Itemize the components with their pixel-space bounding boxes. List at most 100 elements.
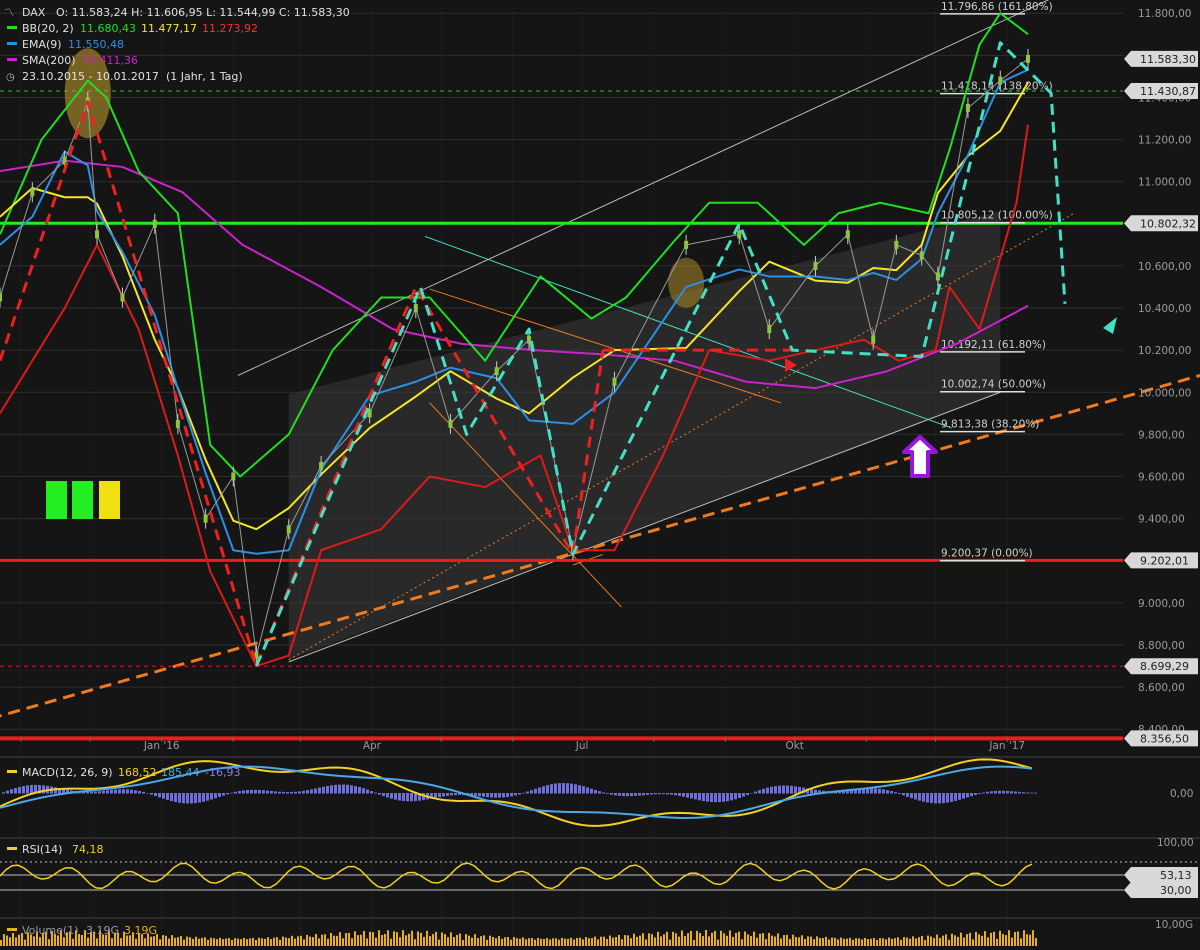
macd-histogram-bar [930,793,933,804]
volume-bar [831,937,833,946]
macd-histogram-bar [518,793,521,795]
volume-bar [237,938,239,946]
macd-histogram-bar [686,793,689,798]
macd-histogram-bar [634,793,637,796]
volume-bar [435,931,437,946]
price-candle [175,419,180,428]
volume-bar [315,933,317,946]
volume-bar [705,930,707,946]
volume-bar [3,934,5,946]
macd-histogram-bar [166,793,169,800]
volume-bar [972,939,974,946]
volume-bar [1026,934,1028,946]
volume-bar [753,931,755,946]
macd-value-2: 185,44 [161,766,200,779]
volume-bar [297,936,299,946]
macd-histogram-bar [722,793,725,802]
macd-histogram-bar [554,783,557,794]
macd-histogram-bar [486,793,489,798]
volume-bar [363,930,365,946]
macd-histogram-bar [206,793,209,801]
macd-histogram-bar [790,785,793,794]
volume-bar [18,934,20,946]
volume-bar [483,935,485,946]
volume-bar [1008,930,1010,946]
volume-bar [282,936,284,946]
signal-box-green-2 [72,481,93,519]
macd-histogram-bar [778,785,781,794]
volume-bar [672,931,674,946]
price-candle [413,304,418,313]
volume-bar [588,938,590,946]
volume-bar [939,937,941,946]
volume-bar [738,931,740,946]
volume-bar [207,939,209,946]
volume-bar [168,938,170,946]
volume-axis: 10,00G [1155,919,1193,931]
macd-histogram-bar [262,790,265,794]
volume-bar [1020,938,1022,946]
volume-bar [819,938,821,946]
time-tick-label: Apr [363,740,382,752]
volume-bar [528,938,530,946]
volume-bar [240,939,242,946]
volume-bar [801,935,803,946]
volume-bar [159,939,161,946]
volume-bar [285,937,287,946]
volume-bar [120,938,122,946]
volume-bar [6,935,8,946]
volume-bar [540,938,542,946]
volume-bar [942,935,944,946]
volume-bar [1002,934,1004,946]
volume-bar [216,939,218,946]
macd-histogram-bar [6,790,9,794]
volume-bar [429,936,431,946]
macd-histogram-bar [478,793,481,797]
macd-histogram-bar [142,791,145,794]
volume-bar [360,934,362,946]
macd-histogram-bar [626,793,629,797]
volume-bar [786,934,788,946]
macd-histogram-bar [670,793,673,795]
volume-bar [474,934,476,946]
volume-bar [264,938,266,946]
price-candle [152,219,157,228]
macd-histogram-bar [534,788,537,794]
volume-bar [372,932,374,946]
macd-histogram-bar [754,791,757,794]
volume-bar [171,935,173,946]
volume-bar [393,931,395,946]
volume-bar [867,939,869,946]
macd-histogram-bar [714,793,717,803]
macd-histogram-bar [994,790,997,794]
macd-axis-zero: 0,00 [1170,788,1193,800]
macd-histogram-bar [18,786,21,794]
macd-histogram-bar [726,793,729,802]
volume-bar [351,938,353,946]
macd-histogram-bar [998,790,1001,794]
price-tick-label: 10.400,00 [1138,303,1191,315]
macd-histogram-bar [654,793,657,795]
price-tag: 11.583,30 [1124,50,1198,67]
volume-bar [186,936,188,946]
macd-histogram-bar [946,793,949,803]
macd-histogram-bar [962,793,965,799]
volume-bar [660,936,662,946]
macd-histogram-bar [374,792,377,794]
volume-bar [882,938,884,946]
volume-bar [279,939,281,946]
macd-histogram-bar [506,793,509,797]
price-tag-label: 8.699,29 [1140,660,1189,673]
time-tick-label: Okt [785,740,803,752]
volume-bar [960,932,962,946]
macd-histogram-bar [86,791,89,794]
volume-bar [930,936,932,946]
volume-bar [213,938,215,946]
volume-bar [495,938,497,946]
volume-bar [303,939,305,946]
macd-histogram-bar [558,783,561,794]
macd-histogram-bar [266,790,269,794]
volume-bar [990,932,992,946]
volume-bar [81,934,83,946]
macd-histogram-bar [590,788,593,794]
